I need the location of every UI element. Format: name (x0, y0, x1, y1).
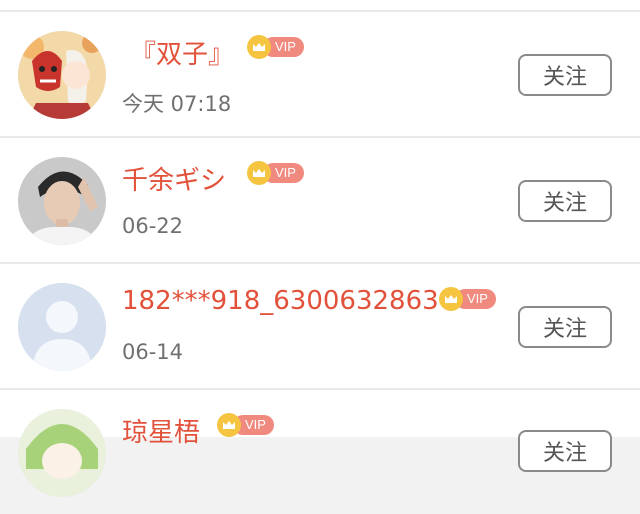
crown-icon (439, 287, 463, 311)
list-item[interactable]: 『双子』 VIP 今天 07:18 关注 (0, 12, 640, 136)
user-name[interactable]: 182***918_6300632863 (122, 286, 439, 316)
person-photo-avatar[interactable] (18, 157, 106, 245)
follow-button[interactable]: 关注 (518, 430, 612, 472)
follow-button[interactable]: 关注 (518, 180, 612, 222)
user-name[interactable]: 『双子』 (130, 34, 234, 71)
anime-oni-mask-avatar[interactable] (18, 31, 106, 119)
timestamp: 06-22 (122, 214, 184, 238)
user-list: 『双子』 VIP 今天 07:18 关注 千余ギシ VIP 06-22 关注 1… (0, 0, 640, 497)
vip-badge: VIP (439, 287, 496, 311)
default-user-silhouette-avatar[interactable] (18, 283, 106, 371)
user-name[interactable]: 琼星梧 (122, 412, 200, 449)
vip-badge: VIP (247, 35, 304, 59)
user-name[interactable]: 千余ギシ (122, 160, 226, 197)
vip-badge: VIP (247, 161, 304, 185)
timestamp: 今天 07:18 (122, 92, 232, 116)
vip-badge: VIP (217, 413, 274, 437)
timestamp: 06-14 (122, 340, 184, 364)
list-item[interactable]: 千余ギシ VIP 06-22 关注 (0, 138, 640, 262)
anime-green-hair-avatar[interactable] (18, 409, 106, 497)
list-item[interactable]: 琼星梧 VIP 关注 (0, 390, 640, 514)
list-item[interactable]: 182***918_6300632863 VIP 06-14 关注 (0, 264, 640, 388)
crown-icon (247, 161, 271, 185)
crown-icon (217, 413, 241, 437)
follow-button[interactable]: 关注 (518, 54, 612, 96)
crown-icon (247, 35, 271, 59)
follow-button[interactable]: 关注 (518, 306, 612, 348)
